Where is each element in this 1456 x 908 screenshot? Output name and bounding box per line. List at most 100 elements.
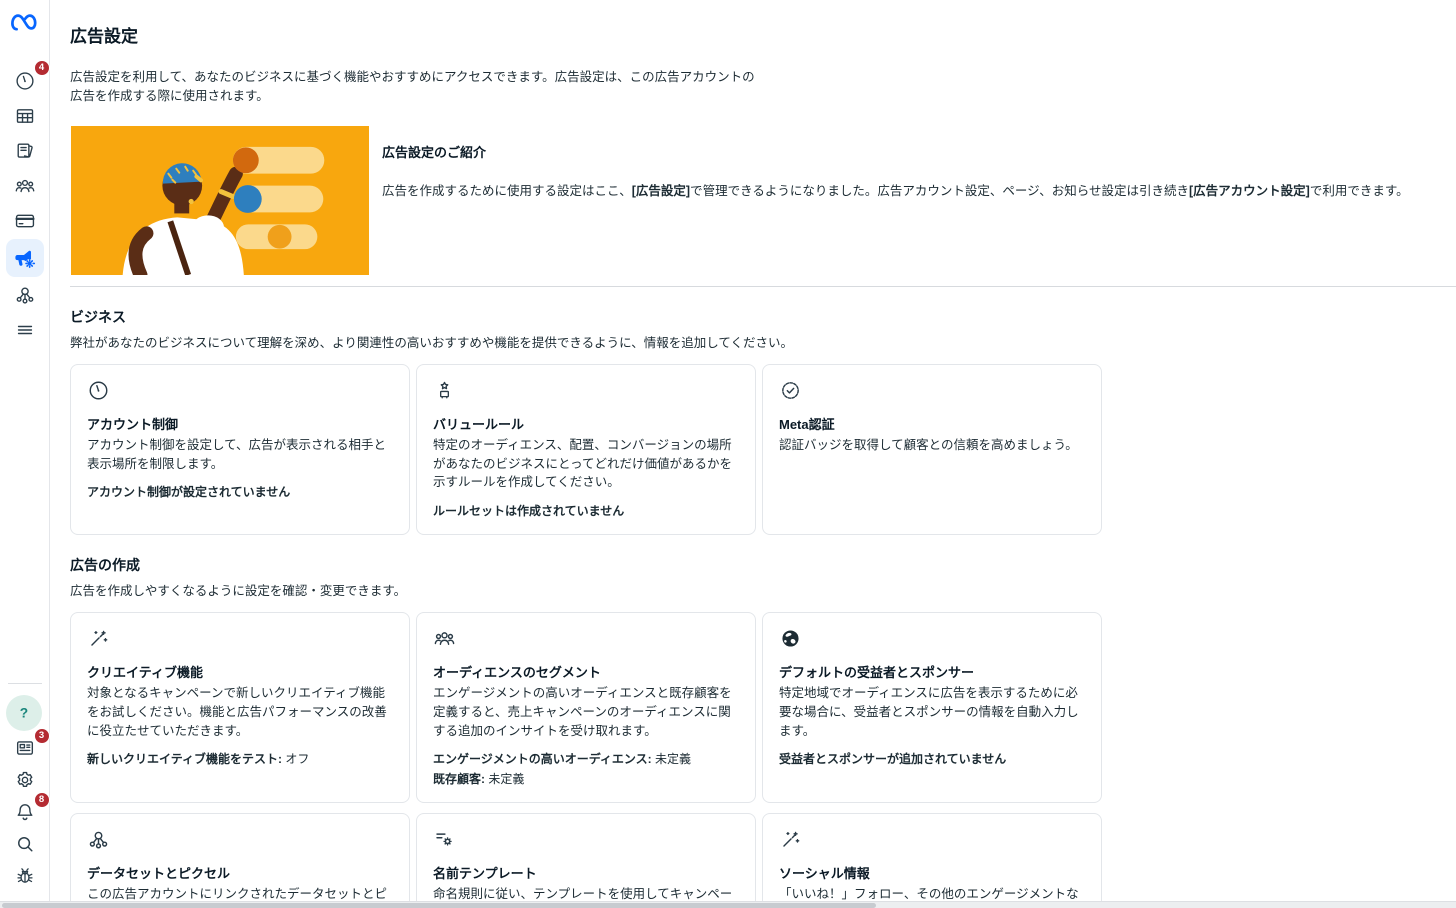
settings-card[interactable]: バリュールール 特定のオーディエンス、配置、コンバージョンの場所があなたのビジネ… [416,363,756,536]
settings-card[interactable]: アカウント制御 アカウント制御を設定して、広告が表示される相手と表示場所を制限し… [70,363,410,536]
card-title: データセットとピクセル [87,865,231,881]
sidebar-item-events-manager[interactable] [6,278,44,312]
asset-tree-icon [87,828,393,852]
status-line: 既存顧客: 未定義 [433,771,525,786]
card-grid: アカウント制御 アカウント制御を設定して、広告が表示される相手と表示場所を制限し… [70,363,1456,536]
status-line: アカウント制御が設定されていません [87,485,291,500]
table-icon [14,105,36,127]
bug-icon [14,865,36,887]
value-rules-icon [433,379,739,403]
card-title: アカウント制御 [87,416,179,432]
sidebar-item-settings[interactable] [6,764,44,795]
page-description: 広告設定を利用して、あなたのビジネスに基づく機能やおすすめにアクセスできます。広… [70,70,755,104]
settings-card[interactable]: ソーシャル情報 「いいね！」フォロー、その他のエンゲージメントなどのソーシャル情… [762,812,1102,908]
intro-title: 広告設定のご紹介 [382,144,487,160]
credit-card-icon [14,210,36,232]
section-subtitle: 弊社があなたのビジネスについて理解を深め、より関連性の高いおすすめや機能を提供で… [70,335,794,350]
settings-section: ビジネス 弊社があなたのビジネスについて理解を深め、より関連性の高いおすすめや機… [70,307,1456,536]
megaphone-gear-icon [13,247,36,270]
intro-body: 広告を作成するために使用する設定はここ、[広告設定]で管理できるようになりました… [382,180,1409,199]
card-status: 新しいクリエイティブ機能をテスト: オフ [87,751,393,767]
sidebar-divider [7,683,42,684]
sidebar-item-all-tools[interactable] [6,313,44,347]
card-title: クリエイティブ機能 [87,665,203,681]
newspaper-icon [14,737,36,759]
settings-card[interactable]: データセットとピクセル この広告アカウントにリンクされたデータセットとピクセルの… [70,812,410,908]
pages-icon [14,140,36,162]
sidebar-item-notifications[interactable]: 8 [6,792,50,827]
svg-text:?: ? [19,706,27,721]
sidebar-item-search[interactable] [6,828,44,859]
settings-card[interactable]: 名前テンプレート 命名規則に従い、テンプレートを使用してキャンペーン、広告セット… [416,812,756,908]
intro-body-segment: 広告を作成するために使用する設定はここ、 [382,183,632,198]
hamburger-icon [14,319,36,341]
settings-card[interactable]: Meta認証 認証バッジを取得して顧客との信頼を高めましょう。 [762,363,1102,536]
settings-card[interactable]: オーディエンスのセグメント エンゲージメントの高いオーディエンスと既存顧客を定義… [416,612,756,803]
card-status: アカウント制御が設定されていません [87,484,393,500]
settings-card[interactable]: デフォルトの受益者とスポンサー 特定地域でオーディエンスに広告を表示するために必… [762,612,1102,803]
settings-card[interactable]: クリエイティブ機能 対象となるキャンペーンで新しいクリエイティブ機能をお試しくだ… [70,612,410,803]
card-description: 認証バッジを取得して顧客との信頼を高めましょう。 [779,437,1078,452]
sidebar-item-billing[interactable] [6,204,44,238]
verified-badge-icon [779,379,1085,403]
sidebar-item-audiences[interactable] [6,169,44,203]
card-description: アカウント制御を設定して、広告が表示される相手と表示場所を制限します。 [87,437,387,471]
status-line: 受益者とスポンサーが追加されていません [779,752,1007,767]
gauge-icon [87,379,393,403]
card-description: エンゲージメントの高いオーディエンスと既存顧客を定義すると、売上キャンペーンのオ… [433,686,732,738]
section-title: ビジネス [70,308,126,325]
notification-badge: 4 [33,60,50,76]
status-line: ルールセットは作成されていません [433,504,625,518]
card-description: 特定地域でオーディエンスに広告を表示するために必要な場合に、受益者とスポンサーの… [779,686,1079,738]
card-title: オーディエンスのセグメント [433,665,601,681]
intro-card: 広告設定のご紹介 広告を作成するために使用する設定はここ、[広告設定]で管理でき… [70,113,1456,286]
page-title: 広告設定 [70,27,138,46]
notification-badge: 8 [33,792,50,808]
people-icon [433,627,739,651]
meta-logo-icon[interactable] [10,12,40,33]
card-status: 受益者とスポンサーが追加されていません [779,751,1085,767]
card-description: 特定のオーディエンス、配置、コンバージョンの場所があなたのビジネスにとってどれだ… [433,437,733,490]
gear-icon [14,769,36,791]
app-window: 4 ? 3 8 広告設定 広告設定を利用して、あなたのビジネスに基づく機能やおすすめ… [0,0,1456,908]
sidebar-item-ads-reporting[interactable] [6,134,44,168]
status-line: 新しいクリエイティブ機能をテスト: オフ [87,752,310,767]
horizontal-scrollbar-thumb[interactable] [2,903,876,908]
section-divider [70,285,1456,287]
intro-body-segment: で管理できるようになりました。広告アカウント設定、ページ、お知らせ設定は引き続き [690,183,1189,198]
name-template-icon [433,828,739,852]
card-title: 名前テンプレート [433,865,537,881]
people-icon [14,175,36,197]
card-title: Meta認証 [779,416,835,432]
status-line: エンゲージメントの高いオーディエンス: 未定義 [433,752,692,767]
settings-section: 広告の作成 広告を作成しやすくなるように設定を確認・変更できます。 クリエイティ… [70,555,1456,908]
horizontal-scrollbar[interactable] [0,901,1456,908]
card-title: ソーシャル情報 [779,865,870,881]
intro-illustration [71,125,369,282]
question-icon: ? [13,702,35,724]
sidebar-item-campaigns[interactable] [6,99,44,133]
sidebar: 4 ? 3 8 [0,0,50,908]
card-title: デフォルトの受益者とスポンサー [779,665,975,681]
globe-icon [779,627,1085,651]
search-icon [14,833,36,855]
sidebar-item-advertising-settings[interactable] [5,239,44,277]
intro-body-segment: [広告設定] [631,183,691,198]
wand-icon [779,828,1085,852]
intro-body-segment: [広告アカウント設定] [1188,183,1310,198]
card-grid: クリエイティブ機能 対象となるキャンペーンで新しいクリエイティブ機能をお試しくだ… [70,612,1456,908]
notification-badge: 3 [33,728,50,744]
card-description: 対象となるキャンペーンで新しいクリエイティブ機能をお試しください。機能と広告パフ… [87,686,387,738]
sidebar-item-account-overview[interactable]: 4 [6,60,50,98]
sidebar-item-report-problem[interactable] [6,860,44,891]
asset-tree-icon [14,284,36,306]
bell-icon [14,801,36,823]
gauge-icon [14,70,36,92]
sidebar-item-help[interactable]: ? [5,695,42,731]
sidebar-item-whats-new[interactable]: 3 [6,728,50,763]
intro-body-segment: で利用できます。 [1309,183,1409,198]
card-status: ルールセットは作成されていません [433,503,739,519]
wand-icon [87,627,393,651]
card-status: エンゲージメントの高いオーディエンス: 未定義 既存顧客: 未定義 [433,751,739,786]
main-content: 広告設定 広告設定を利用して、あなたのビジネスに基づく機能やおすすめにアクセスで… [50,0,1456,908]
